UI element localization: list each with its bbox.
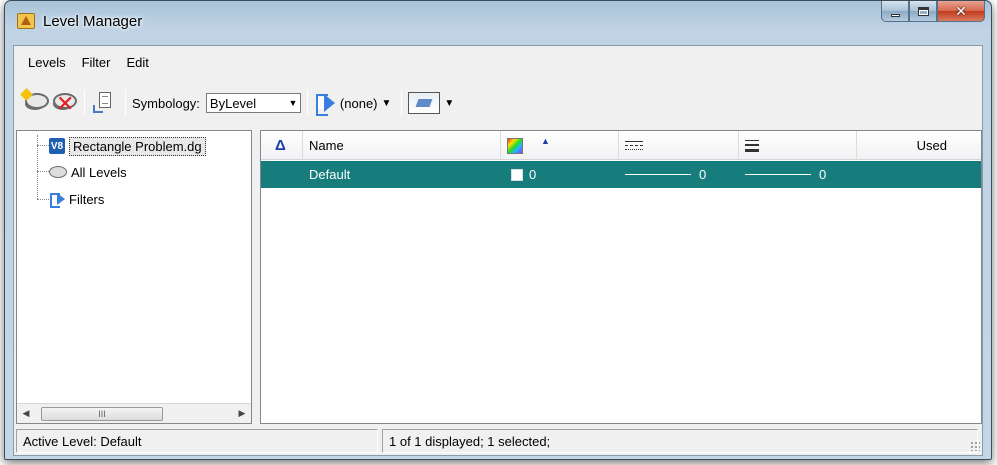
menu-edit[interactable]: Edit (120, 53, 154, 72)
status-display-info: 1 of 1 displayed; 1 selected; (382, 429, 978, 453)
symbology-value: ByLevel (209, 95, 257, 111)
title-bar[interactable]: Level Manager ✕ (5, 1, 991, 45)
red-x-glyph: ✕ (56, 91, 75, 116)
scroll-left-icon[interactable]: ◀ (17, 405, 35, 423)
window-title: Level Manager (43, 13, 143, 30)
status-bar: Active Level: Default 1 of 1 displayed; … (16, 429, 982, 453)
symbology-dropdown[interactable]: ByLevel ▼ (205, 93, 301, 113)
import-export-icon[interactable] (91, 90, 117, 116)
sort-ascending-icon: ▲ (541, 135, 550, 146)
cell-color-value: 0 (529, 167, 537, 182)
maximize-icon (917, 6, 929, 16)
minimize-button[interactable] (881, 1, 909, 22)
delete-level-icon[interactable]: ✕ (50, 90, 77, 116)
column-header-label: Name (309, 138, 344, 153)
app-icon (17, 13, 35, 29)
chevron-down-icon[interactable]: ▼ (382, 98, 392, 109)
level-grid[interactable]: Δ Name ▲ Used Default 0 0 0 (260, 130, 982, 424)
filter-icon[interactable] (314, 92, 336, 116)
filter-dropdown-value[interactable]: (none) (340, 96, 378, 111)
minimize-icon (890, 13, 900, 17)
dgn-file-icon: V8 (49, 138, 65, 154)
cell-weight: 0 (745, 161, 826, 188)
caption-buttons: ✕ (881, 1, 985, 23)
toolbar-separator (125, 90, 126, 116)
status-active-level: Active Level: Default (16, 429, 378, 453)
table-row[interactable]: Default 0 0 0 (261, 161, 981, 188)
symbology-label: Symbology: (132, 95, 200, 111)
cell-color: 0 (511, 161, 536, 188)
layers-icon (49, 166, 67, 178)
line-weight-icon (745, 139, 759, 152)
client-area: Levels Filter Edit ✕ Symbology: ByLevel (13, 45, 983, 456)
column-active[interactable]: Δ (261, 131, 303, 160)
grip-marks: III (98, 408, 106, 419)
scroll-track[interactable]: III (35, 405, 233, 423)
tree-item-label: Filters (69, 191, 105, 207)
tree-connector (37, 199, 49, 200)
toolbar: ✕ Symbology: ByLevel ▼ (none) ▼ ▼ (14, 83, 982, 123)
toolbar-separator (84, 90, 85, 116)
tree-item-file[interactable]: V8 Rectangle Problem.dg (49, 135, 206, 157)
tree-item-filters[interactable]: Filters (49, 188, 104, 210)
horizontal-scrollbar[interactable]: ◀ III ▶ (17, 403, 251, 423)
chevron-down-icon: ▼ (288, 98, 298, 108)
scroll-right-icon[interactable]: ▶ (233, 405, 251, 423)
toolbar-separator (306, 90, 308, 116)
level-tree[interactable]: V8 Rectangle Problem.dg All Levels Filte… (16, 130, 252, 424)
column-name[interactable]: Name (303, 131, 501, 160)
layers-shape (25, 93, 49, 110)
column-header-label: Used (916, 138, 947, 153)
color-icon (507, 137, 523, 154)
tree-item-all-levels[interactable]: All Levels (49, 161, 127, 183)
line-style-sample (625, 174, 691, 175)
menu-filter[interactable]: Filter (76, 53, 117, 72)
cell-style-value: 0 (699, 167, 707, 182)
arrow-shape (93, 105, 103, 113)
maximize-button[interactable] (909, 1, 937, 22)
toolbar-separator (401, 90, 403, 116)
column-used[interactable]: Used (857, 131, 981, 160)
chevron-down-icon[interactable]: ▼ (444, 98, 454, 109)
filter-icon (49, 192, 65, 208)
close-button[interactable]: ✕ (937, 1, 985, 22)
display-settings-icon[interactable] (408, 92, 441, 114)
cell-weight-value: 0 (819, 167, 827, 182)
grid-header: Δ Name ▲ Used (261, 131, 981, 160)
tree-item-label: Rectangle Problem.dg (69, 136, 206, 156)
cell-name: Default (309, 167, 351, 182)
resize-grip-icon[interactable] (970, 441, 980, 451)
scroll-thumb[interactable]: III (41, 406, 163, 421)
line-style-icon (625, 140, 643, 152)
delta-icon: Δ (275, 137, 286, 154)
new-level-icon[interactable] (20, 88, 49, 116)
line-weight-sample (745, 174, 811, 175)
close-icon: ✕ (955, 2, 967, 19)
column-color[interactable]: ▲ (501, 131, 619, 160)
tree-item-label: All Levels (71, 164, 127, 180)
cell-style: 0 (625, 161, 706, 188)
menu-bar: Levels Filter Edit (14, 46, 982, 78)
color-swatch (511, 168, 523, 181)
level-manager-window: Level Manager ✕ Levels Filter Edit ✕ Sym… (4, 0, 992, 460)
column-weight[interactable] (739, 131, 857, 160)
menu-levels[interactable]: Levels (22, 53, 72, 72)
tree-connector (37, 171, 49, 172)
tree-connector (37, 145, 49, 146)
column-style[interactable] (619, 131, 739, 160)
